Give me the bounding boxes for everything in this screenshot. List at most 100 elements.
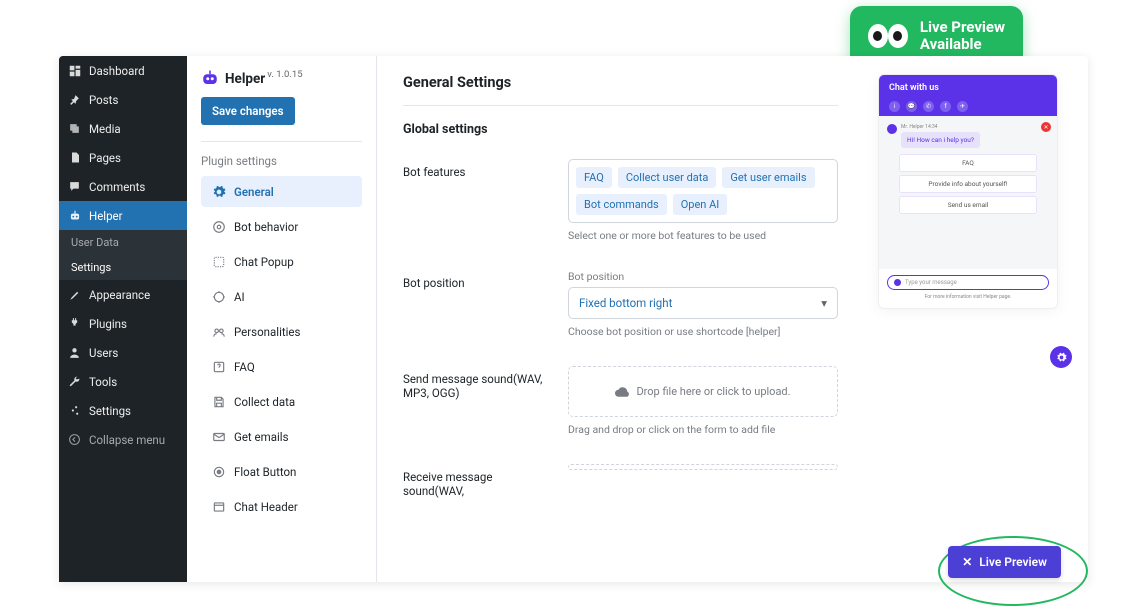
eyes-icon: [868, 24, 908, 48]
plugin-sidebar: Helperv. 1.0.15 Save changes Plugin sett…: [187, 56, 377, 582]
preview-greeting: Hi! How can i help you?: [901, 132, 980, 148]
nav-popup[interactable]: Chat Popup: [201, 246, 362, 277]
sidebar-label: Posts: [89, 93, 118, 107]
page-title: General Settings: [403, 74, 838, 91]
sidebar-item-appearance[interactable]: Appearance: [59, 280, 187, 309]
mail-icon: [211, 429, 226, 444]
nav-label: AI: [234, 290, 245, 304]
save-icon: [211, 394, 226, 409]
nav-label: Get emails: [234, 430, 289, 444]
brush-icon: [67, 287, 82, 302]
sidebar-label: Collapse menu: [89, 433, 165, 447]
submenu-settings[interactable]: Settings: [59, 255, 187, 280]
preview-meta: Mr. Helper 14:34: [901, 124, 980, 130]
sidebar-item-helper[interactable]: Helper: [59, 201, 187, 230]
sidebar-item-tools[interactable]: Tools: [59, 367, 187, 396]
comment-icon: [67, 179, 82, 194]
sidebar-item-posts[interactable]: Posts: [59, 85, 187, 114]
nav-label: Float Button: [234, 465, 296, 479]
feature-chip[interactable]: Get user emails: [722, 167, 814, 188]
features-select[interactable]: FAQ Collect user data Get user emails Bo…: [568, 159, 838, 223]
position-field-label: Bot position: [568, 270, 838, 283]
helper-logo-icon: [201, 70, 219, 86]
feature-chip[interactable]: Open AI: [673, 194, 728, 215]
send-sound-dropzone[interactable]: Drop file here or click to upload.: [568, 366, 838, 417]
close-icon: ✕: [962, 555, 972, 569]
input-dot-icon: [894, 279, 901, 286]
app-window: Dashboard Posts Media Pages Comments: [59, 56, 1088, 582]
sidebar-collapse[interactable]: Collapse menu: [59, 425, 187, 454]
nav-emails[interactable]: Get emails: [201, 421, 362, 452]
wp-admin-sidebar: Dashboard Posts Media Pages Comments: [59, 56, 187, 582]
preview-header: Chat with us: [889, 83, 1047, 93]
sidebar-item-settings[interactable]: Settings: [59, 396, 187, 425]
sidebar-item-pages[interactable]: Pages: [59, 143, 187, 172]
telegram-icon: ✈: [957, 101, 968, 112]
sidebar-label: Dashboard: [89, 64, 145, 78]
feature-chip[interactable]: Collect user data: [618, 167, 717, 188]
nav-label: Bot behavior: [234, 220, 298, 234]
position-select[interactable]: Fixed bottom right ▾: [568, 287, 838, 319]
sidebar-label: Users: [89, 346, 118, 360]
sidebar-item-comments[interactable]: Comments: [59, 172, 187, 201]
badge-line1: Live Preview: [920, 19, 1005, 36]
chevron-down-icon: ▾: [821, 296, 827, 310]
header-icon: [211, 499, 226, 514]
preview-input[interactable]: Type your message: [887, 275, 1049, 290]
receive-sound-label: Receive message sound(WAV,: [403, 464, 548, 498]
pin-icon: [67, 92, 82, 107]
ai-icon: [211, 289, 226, 304]
preview-btn-faq[interactable]: FAQ: [899, 154, 1037, 172]
sidebar-item-dashboard[interactable]: Dashboard: [59, 56, 187, 85]
phone-icon: ✆: [923, 101, 934, 112]
nav-personalities[interactable]: Personalities: [201, 316, 362, 347]
sidebar-item-plugins[interactable]: Plugins: [59, 309, 187, 338]
nav-float[interactable]: Float Button: [201, 456, 362, 487]
plugin-name: Helper: [225, 71, 265, 87]
submenu-user-data[interactable]: User Data: [59, 230, 187, 255]
preview-settings-button[interactable]: [1050, 346, 1072, 368]
feature-chip[interactable]: Bot commands: [576, 194, 667, 215]
nav-faq[interactable]: FAQ: [201, 351, 362, 382]
nav-collect[interactable]: Collect data: [201, 386, 362, 417]
dropzone-text: Drop file here or click to upload.: [636, 385, 790, 398]
preview-btn-email[interactable]: Send us email: [899, 196, 1037, 214]
sliders-icon: [67, 403, 82, 418]
nav-label: Chat Popup: [234, 255, 294, 269]
page-icon: [67, 150, 82, 165]
sidebar-label: Media: [89, 122, 121, 136]
faq-icon: [211, 359, 226, 374]
nav-ai[interactable]: AI: [201, 281, 362, 312]
float-icon: [211, 464, 226, 479]
save-button[interactable]: Save changes: [201, 97, 295, 125]
feature-chip[interactable]: FAQ: [576, 167, 612, 188]
features-help: Select one or more bot features to be us…: [568, 229, 838, 242]
nav-header[interactable]: Chat Header: [201, 491, 362, 522]
dashboard-icon: [67, 63, 82, 78]
position-help: Choose bot position or use shortcode [he…: [568, 325, 838, 338]
facebook-icon: f: [940, 101, 951, 112]
chat-icon: 💬: [906, 101, 917, 112]
sidebar-label: Appearance: [89, 288, 150, 302]
user-icon: [67, 345, 82, 360]
receive-sound-dropzone[interactable]: [568, 464, 838, 470]
sidebar-item-users[interactable]: Users: [59, 338, 187, 367]
nav-behavior[interactable]: Bot behavior: [201, 211, 362, 242]
preview-footer-text: For more information visit Helper page.: [887, 294, 1049, 300]
main-panel: General Settings Global settings Bot fea…: [377, 56, 1088, 582]
sidebar-label: Helper: [89, 209, 123, 223]
close-icon[interactable]: ✕: [1041, 122, 1051, 132]
badge-line2: Available: [920, 36, 1005, 53]
position-value: Fixed bottom right: [579, 296, 672, 310]
sidebar-label: Pages: [89, 151, 121, 165]
persona-icon: [211, 324, 226, 339]
nav-label: Personalities: [234, 325, 300, 339]
live-preview-button[interactable]: ✕ Live Preview: [948, 546, 1061, 578]
nav-general[interactable]: General: [201, 176, 362, 207]
preview-btn-info[interactable]: Provide info about yourself!: [899, 175, 1037, 193]
nav-label: Chat Header: [234, 500, 298, 514]
send-sound-label: Send message sound(WAV, MP3, OGG): [403, 366, 548, 400]
sidebar-item-media[interactable]: Media: [59, 114, 187, 143]
info-icon: i: [889, 101, 900, 112]
plugin-version: v. 1.0.15: [267, 69, 302, 80]
